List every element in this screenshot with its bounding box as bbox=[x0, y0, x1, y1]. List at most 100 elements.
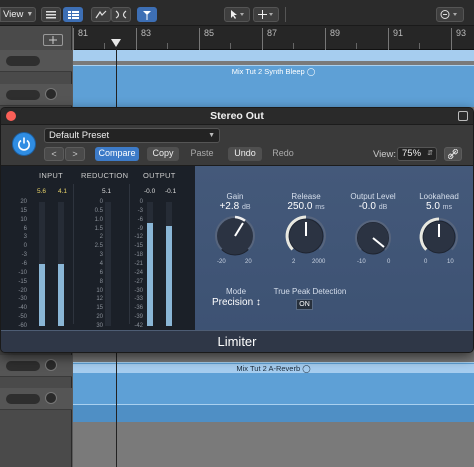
mode-value-text: Precision bbox=[212, 297, 254, 308]
track-control-slot[interactable] bbox=[6, 361, 40, 371]
bypass-button[interactable] bbox=[12, 132, 36, 156]
ruler-tick bbox=[419, 43, 420, 49]
snap-button[interactable] bbox=[91, 7, 111, 22]
view-zoom-menu[interactable]: 75% ⇵ bbox=[397, 147, 437, 161]
ruler-bar-number: 89 bbox=[330, 28, 341, 38]
next-preset-button[interactable]: > bbox=[65, 147, 85, 161]
meter-level bbox=[166, 226, 172, 326]
gain-knob[interactable] bbox=[213, 214, 257, 258]
pan-knob[interactable] bbox=[45, 88, 57, 100]
catch-playhead-button[interactable] bbox=[137, 7, 157, 22]
reduction-peak[interactable]: 5.1 bbox=[102, 188, 111, 195]
output-scale-tick: -9 bbox=[137, 225, 143, 232]
plus-icon bbox=[49, 36, 57, 44]
input-peak-right[interactable]: 4.1 bbox=[58, 188, 67, 195]
undo-button[interactable]: Undo bbox=[228, 147, 262, 161]
lookahead-value[interactable]: 5.0 ms bbox=[414, 201, 464, 212]
output-scale-tick: -36 bbox=[134, 305, 143, 312]
lookahead-max: 10 bbox=[447, 259, 454, 265]
track-control-slot[interactable] bbox=[6, 56, 40, 66]
plugin-titlebar[interactable]: Stereo Out bbox=[1, 108, 473, 125]
audio-region[interactable]: Mix Tut 2 A-Reverb ◯ bbox=[73, 362, 474, 404]
output-peak-right[interactable]: -0.1 bbox=[165, 188, 176, 195]
flex-button[interactable] bbox=[111, 7, 131, 22]
reduction-meter bbox=[105, 202, 111, 326]
output-peak-left[interactable]: -0.0 bbox=[144, 188, 155, 195]
automation-menu[interactable] bbox=[436, 7, 464, 22]
crosshair-icon bbox=[258, 10, 273, 19]
list-view-button[interactable] bbox=[41, 7, 61, 22]
input-peak-left[interactable]: 5.6 bbox=[37, 188, 46, 195]
output-scale-tick: -3 bbox=[137, 207, 143, 214]
bar-ruler[interactable]: 81 83 85 87 89 91 93 bbox=[73, 26, 474, 50]
playhead-handle[interactable] bbox=[111, 39, 121, 47]
output-level-value[interactable]: -0.0 dB bbox=[345, 201, 401, 212]
copy-button[interactable]: Copy bbox=[147, 147, 179, 161]
tracks-icon bbox=[67, 10, 79, 19]
lookahead-knob[interactable] bbox=[418, 216, 460, 258]
track-header-row[interactable] bbox=[0, 388, 72, 410]
input-scale-tick: 0 bbox=[23, 243, 27, 250]
plugin-window-title: Stereo Out bbox=[210, 110, 264, 122]
snap-icon bbox=[95, 10, 107, 19]
pointer-tool-menu[interactable] bbox=[224, 7, 250, 22]
tracks-view-button[interactable] bbox=[63, 7, 83, 22]
gain-value[interactable]: +2.8 dB bbox=[209, 201, 261, 212]
audio-region[interactable]: Mix Tut 2 Synth Bleep ◯ bbox=[73, 65, 474, 107]
reduction-meter-label: REDUCTION bbox=[81, 171, 129, 180]
secondary-tool-menu[interactable] bbox=[253, 7, 279, 22]
pan-knob[interactable] bbox=[45, 392, 57, 404]
meter-panel: INPUT REDUCTION OUTPUT 5.6 4.1 5.1 -0.0 … bbox=[1, 166, 195, 330]
add-track-button[interactable] bbox=[43, 34, 63, 46]
ruler-tick bbox=[136, 28, 137, 50]
input-scale-tick: -20 bbox=[18, 287, 27, 294]
track-header-row[interactable] bbox=[0, 355, 72, 377]
loop-icon: ◯ bbox=[302, 364, 311, 373]
minus-circle-icon bbox=[440, 10, 457, 19]
output-level-number: -0.0 bbox=[358, 201, 376, 212]
view-menu[interactable]: View ▼ bbox=[0, 7, 36, 22]
chevron-down-icon: ▼ bbox=[208, 132, 215, 139]
region-label: Mix Tut 2 Synth Bleep bbox=[231, 67, 305, 76]
output-level-max: 0 bbox=[387, 259, 391, 265]
ruler-tick bbox=[451, 28, 452, 50]
output-level-knob[interactable] bbox=[353, 218, 393, 258]
preset-menu[interactable]: Default Preset ▼ bbox=[44, 128, 220, 143]
ruler-tick bbox=[230, 43, 231, 49]
previous-preset-button[interactable]: < bbox=[44, 147, 64, 161]
view-label: View: bbox=[373, 149, 397, 160]
track-control-slot[interactable] bbox=[6, 394, 40, 404]
paste-button[interactable]: Paste bbox=[184, 147, 220, 161]
plugin-header: Default Preset ▼ < > Compare Copy Paste … bbox=[1, 125, 473, 166]
lookahead-unit: ms bbox=[442, 204, 453, 211]
lookahead-number: 5.0 bbox=[425, 201, 440, 212]
expand-icon[interactable] bbox=[458, 111, 468, 121]
release-unit: ms bbox=[315, 204, 325, 211]
true-peak-toggle[interactable]: ON bbox=[296, 299, 313, 310]
redo-button[interactable]: Redo bbox=[266, 147, 300, 161]
track-control-slot[interactable] bbox=[6, 90, 40, 100]
limiter-controls: Gain +2.8 dB -20 20 Release 250.0 ms 2 2… bbox=[195, 166, 473, 330]
mode-menu[interactable]: Precision ↕ bbox=[212, 297, 261, 308]
output-level-min: -10 bbox=[357, 259, 366, 265]
reduction-scale-tick: 0 bbox=[99, 199, 103, 205]
toolbar-divider bbox=[285, 7, 286, 22]
output-meter-left bbox=[147, 202, 153, 326]
view-zoom-value: 75% bbox=[402, 148, 422, 159]
ruler-tick bbox=[104, 43, 105, 49]
release-value[interactable]: 250.0 ms bbox=[275, 201, 337, 212]
region-header[interactable] bbox=[73, 50, 474, 61]
output-scale-tick: -33 bbox=[134, 296, 143, 303]
loop-icon: ◯ bbox=[306, 67, 316, 76]
link-button[interactable] bbox=[444, 147, 462, 161]
ruler-tick bbox=[356, 43, 357, 49]
compare-button[interactable]: Compare bbox=[95, 147, 139, 161]
track-header-row[interactable] bbox=[0, 84, 72, 106]
audio-region[interactable] bbox=[73, 404, 474, 422]
input-meter-label: INPUT bbox=[39, 171, 63, 180]
pan-knob[interactable] bbox=[45, 359, 57, 371]
output-scale-tick: -18 bbox=[134, 252, 143, 259]
input-scale-tick: 3 bbox=[23, 234, 27, 241]
release-knob[interactable] bbox=[284, 214, 328, 258]
track-header-row[interactable] bbox=[0, 50, 72, 72]
